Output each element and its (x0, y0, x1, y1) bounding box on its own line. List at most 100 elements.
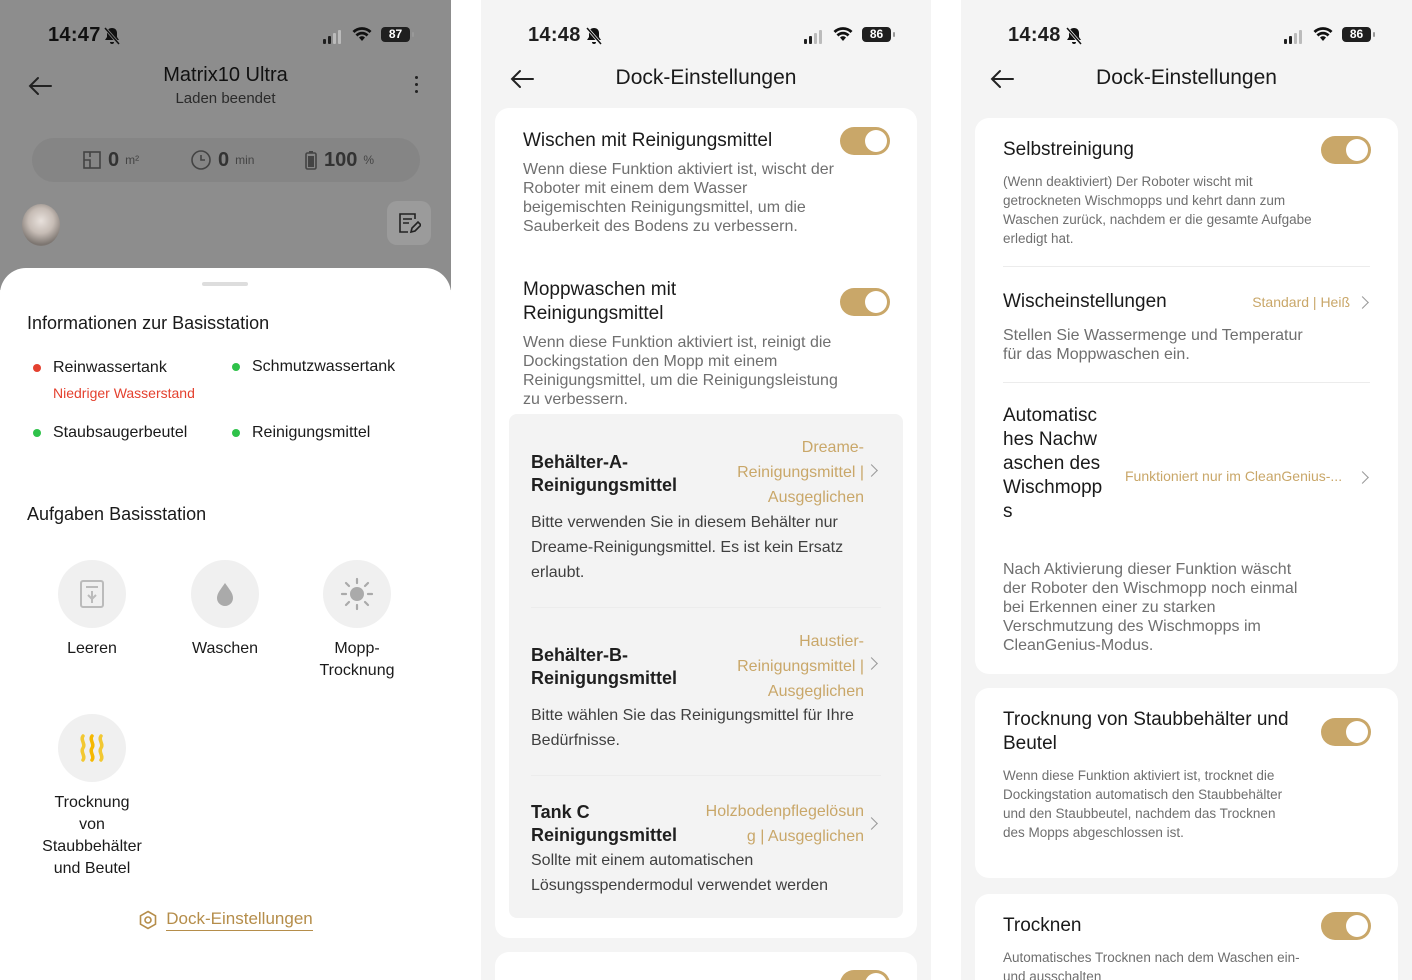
tank-dirty-water: Schmutzwassertank (232, 357, 397, 377)
drying-toggle[interactable] (1321, 912, 1371, 940)
area-icon (83, 151, 101, 169)
wipe-detergent-row: Wischen mit Reinigungsmittel Wenn diese … (523, 129, 834, 236)
wash-settings-value: Standard | Heiß (1252, 294, 1350, 310)
wipe-detergent-toggle[interactable] (840, 127, 890, 155)
wifi-icon (352, 27, 372, 41)
task-label: Trocknung von Staubbehälter und Beutel (42, 794, 142, 877)
setting-desc: (Wenn deaktiviert) Der Roboter wischt mi… (1003, 174, 1312, 246)
stat-time: 0 min (190, 149, 254, 172)
status-bar: 14:47 87 (0, 24, 451, 50)
stat-battery: 100% (304, 149, 374, 172)
status-time: 14:47 (48, 24, 101, 46)
tank-label: Reinigungsmittel (252, 424, 371, 441)
stat-area-value: 0 (108, 148, 120, 171)
page-title: Dock-Einstellungen (1096, 66, 1277, 89)
bell-muted-icon (104, 27, 120, 45)
self-cleaning-row: Selbstreinigung (Wenn deaktiviert) Der R… (1003, 138, 1313, 248)
setting-title: Selbstreinigung (1003, 139, 1134, 160)
setting-desc: Wenn diese Funktion aktiviert ist, wisch… (523, 161, 834, 235)
tank-dust-bag: Staubsaugerbeutel (33, 423, 188, 443)
status-time: 14:48 (1008, 24, 1061, 46)
divider (1003, 266, 1370, 267)
dust-drying-card: Trocknung von Staubbehälter und Beutel W… (975, 688, 1398, 878)
signal-icon (323, 30, 341, 44)
dust-drying-row: Trocknung von Staubbehälter und Beutel W… (1003, 708, 1303, 842)
tasks-heading: Aufgaben Basisstation (27, 504, 207, 524)
dock-settings-screen-1: 14:48 86 Dock-Einstellungen Wischen mit … (481, 0, 931, 980)
task-label: Mopp-Trocknung (319, 640, 395, 679)
chevron-right-icon (1356, 471, 1369, 484)
info-heading: Informationen zur Basisstation (27, 313, 270, 333)
container-value: Haustier-Reinigungsmittel | Ausgeglichen (737, 633, 864, 700)
battery-icon (305, 151, 317, 170)
tank-label: Staubsaugerbeutel (53, 424, 188, 441)
base-station-sheet: Informationen zur Basisstation Reinwasse… (0, 268, 451, 980)
signal-icon (804, 30, 822, 44)
settings-hex-icon (139, 910, 157, 929)
dock-settings-screen-2: 14:48 86 Dock-Einstellungen Selbstreinig… (961, 0, 1412, 980)
status-dot-red (33, 364, 41, 372)
self-cleaning-toggle[interactable] (1321, 136, 1371, 164)
next-toggle[interactable] (840, 970, 890, 980)
task-empty[interactable]: Leeren (32, 560, 152, 660)
status-bar: 14:48 86 (481, 24, 931, 50)
heat-waves-icon (80, 734, 104, 762)
container-value: Holzbodenpflegelösung | Ausgeglichen (705, 803, 864, 845)
status-dot-green (232, 363, 240, 371)
task-wash[interactable]: Waschen (165, 560, 285, 660)
tank-label: Schmutzwassertank (252, 358, 396, 375)
avatar[interactable] (22, 204, 60, 246)
detergent-card: Wischen mit Reinigungsmittel Wenn diese … (495, 108, 917, 938)
setting-title: Trocknung von Staubbehälter und Beutel (1003, 709, 1289, 754)
stat-area-unit: m² (125, 153, 140, 167)
dust-drying-toggle[interactable] (1321, 718, 1371, 746)
stat-area: 0 m² (82, 149, 139, 172)
sun-icon (340, 577, 374, 611)
chevron-right-icon (865, 657, 878, 670)
container-title: Behälter-B-Reinigungsmittel (531, 645, 678, 688)
task-mop-drying[interactable]: Mopp-Trocknung (297, 560, 417, 682)
battery-indicator: 86 (1342, 27, 1375, 42)
clock-icon (191, 150, 211, 170)
bell-muted-icon (1066, 27, 1082, 45)
tank-detergent: Reinigungsmittel (232, 423, 371, 443)
task-label: Leeren (67, 640, 117, 657)
tank-label: Reinwassertank (53, 359, 167, 376)
container-desc: Bitte wählen Sie das Reinigungsmittel fü… (531, 707, 854, 749)
edit-icon (399, 213, 421, 234)
dock-settings-link[interactable]: Dock-Einstellungen (0, 908, 451, 931)
detergent-containers: Behälter-A-Reinigungsmittel Dreame-Reini… (509, 414, 903, 918)
edit-map-button[interactable] (387, 201, 431, 245)
page-title: Dock-Einstellungen (615, 66, 797, 89)
dock-settings-link-label: Dock-Einstellungen (166, 908, 313, 931)
status-bar: 14:48 86 (961, 24, 1412, 50)
divider (531, 775, 881, 776)
setting-title: Trocknen (1003, 915, 1082, 936)
setting-desc: Wenn diese Funktion aktiviert ist, trock… (1003, 768, 1283, 840)
stat-time-unit: min (235, 153, 255, 167)
setting-title: Automatisches Nachwaschen des Wischmopps (1003, 405, 1103, 522)
more-menu-icon[interactable] (415, 76, 418, 97)
container-desc: Sollte mit einem automatischen Lösungssp… (531, 852, 829, 894)
chevron-right-icon (865, 464, 878, 477)
battery-indicator: 87 (381, 27, 414, 42)
wifi-icon (1313, 27, 1333, 41)
status-dot-green (232, 429, 240, 437)
drying-card: Trocknen Automatisches Trocknen nach dem… (975, 894, 1398, 980)
stat-battery-value: 100 (324, 148, 358, 171)
tank-clean-water: Reinwassertank Niedriger Wasserstand (33, 358, 223, 403)
device-status: Laden beendet (175, 90, 276, 107)
setting-desc: Stellen Sie Wassermenge und Temperatur f… (1003, 327, 1303, 363)
self-cleaning-card: Selbstreinigung (Wenn deaktiviert) Der R… (975, 118, 1398, 674)
empty-bin-icon (80, 580, 104, 608)
sheet-handle[interactable] (202, 282, 248, 286)
chevron-right-icon (1356, 296, 1369, 309)
signal-icon (1284, 30, 1302, 44)
task-dust-drying[interactable]: Trocknung von Staubbehälter und Beutel (32, 714, 152, 880)
container-desc: Bitte verwenden Sie in diesem Behälter n… (531, 514, 844, 581)
wifi-icon (833, 27, 853, 41)
container-title: Tank C Reinigungsmittel (531, 802, 678, 845)
mopwash-detergent-toggle[interactable] (840, 288, 890, 316)
setting-desc: Wenn diese Funktion aktiviert ist, reini… (523, 334, 838, 408)
setting-title: Wischen mit Reinigungsmittel (523, 130, 773, 151)
